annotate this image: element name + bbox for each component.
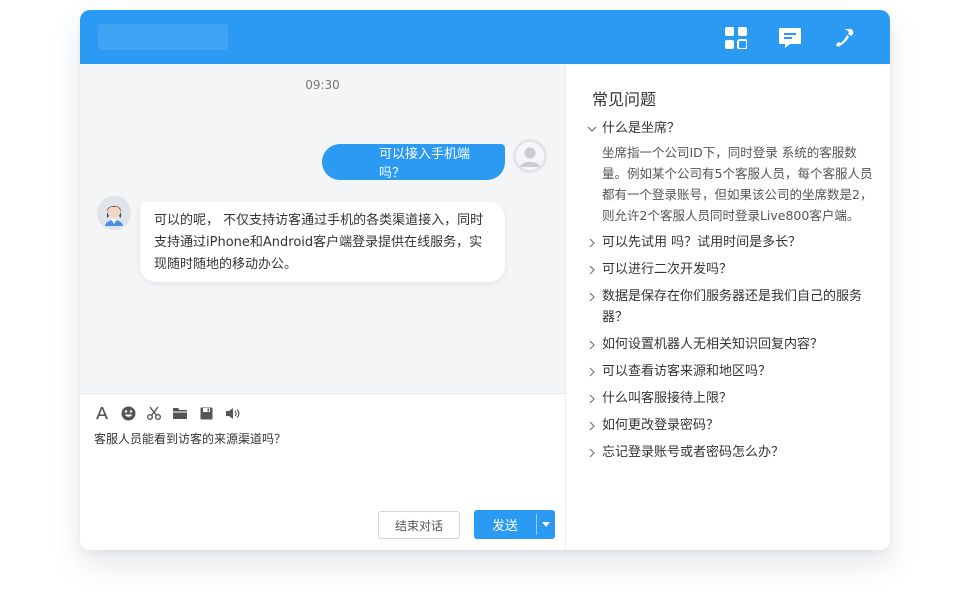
end-conversation-button[interactable]: 结束对话 [378, 511, 460, 539]
faq-item-1[interactable]: 可以先试用 吗？试用时间是多长？ [586, 232, 876, 253]
incoming-message-text: 可以的呢， 不仅支持访客通过手机的各类渠道接入，同时支持通过iPhone和And… [154, 213, 484, 272]
faq-item-3[interactable]: 数据是保存在你们服务器还是我们自己的服务器？ [586, 286, 876, 328]
faq-item-0[interactable]: 什么是坐席？ [586, 118, 876, 139]
faq-item-4[interactable]: 如何设置机器人无相关知识回复内容？ [586, 334, 876, 355]
scissors-icon[interactable] [145, 404, 163, 422]
faq-title: 常见问题 [592, 90, 657, 109]
faq-item-2[interactable]: 可以进行二次开发吗？ [586, 259, 876, 280]
emoji-icon[interactable] [119, 404, 137, 422]
apps-grid-icon[interactable] [723, 25, 749, 51]
faq-question: 如何更改登录密码？ [602, 418, 720, 433]
chevron-right-icon [586, 259, 598, 280]
chevron-right-icon [586, 361, 598, 382]
volume-icon[interactable] [223, 404, 241, 422]
chevron-right-icon [586, 334, 598, 355]
folder-icon[interactable] [171, 404, 189, 422]
header-bar [80, 10, 890, 64]
faq-item-6[interactable]: 什么叫客服接待上限？ [586, 388, 876, 409]
outgoing-message-text: 可以接入手机端吗？ [379, 147, 471, 181]
send-options-caret-icon[interactable] [537, 510, 555, 539]
faq-question: 如何设置机器人无相关知识回复内容？ [602, 337, 824, 352]
faq-panel: 常见问题 什么是坐席？ 坐席指一个公司ID下，同时登录 系统的客服数量。例如某个… [566, 64, 890, 550]
visitor-avatar [513, 139, 547, 173]
chevron-right-icon [586, 388, 598, 409]
message-input[interactable]: 客服人员能看到访客的来源渠道吗？ [94, 430, 286, 447]
message-timestamp: 09:30 [305, 78, 340, 92]
faq-answer-0: 坐席指一个公司ID下，同时登录 系统的客服数量。例如某个公司有5个客服人员，每个… [602, 145, 873, 223]
send-button[interactable]: 发送 [474, 510, 555, 539]
chevron-right-icon [586, 442, 598, 463]
chat-window: 09:30 可以接入手机端吗？ 可以的呢， 不仅支持访客通过手机的各类渠道接入，… [80, 10, 890, 550]
faq-question: 忘记登录账号或者密码怎么办？ [602, 445, 785, 460]
chevron-right-icon [586, 286, 598, 307]
input-toolbar [93, 404, 241, 422]
chat-icon[interactable] [777, 25, 803, 51]
faq-question: 数据是保存在你们服务器还是我们自己的服务器？ [602, 289, 863, 325]
chevron-right-icon [586, 232, 598, 253]
incoming-message-bubble: 可以的呢， 不仅支持访客通过手机的各类渠道接入，同时支持通过iPhone和And… [140, 202, 505, 282]
faq-question: 什么是坐席？ [602, 121, 681, 136]
faq-question: 可以先试用 吗？试用时间是多长？ [602, 235, 802, 250]
font-icon[interactable] [93, 404, 111, 422]
message-input-area: 客服人员能看到访客的来源渠道吗？ 结束对话 发送 [80, 393, 565, 550]
faq-item-8[interactable]: 忘记登录账号或者密码怎么办？ [586, 442, 876, 463]
faq-question: 可以进行二次开发吗？ [602, 262, 733, 277]
chat-messages-pane[interactable]: 09:30 可以接入手机端吗？ 可以的呢， 不仅支持访客通过手机的各类渠道接入，… [80, 64, 565, 393]
faq-question: 可以查看访客来源和地区吗？ [602, 364, 772, 379]
faq-question: 什么叫客服接待上限？ [602, 391, 733, 406]
header-logo-placeholder [98, 24, 228, 50]
faq-item-7[interactable]: 如何更改登录密码？ [586, 415, 876, 436]
agent-avatar [97, 196, 131, 230]
send-button-label: 发送 [491, 519, 518, 534]
faq-item-5[interactable]: 可以查看访客来源和地区吗？ [586, 361, 876, 382]
faq-list: 什么是坐席？ 坐席指一个公司ID下，同时登录 系统的客服数量。例如某个公司有5个… [586, 118, 876, 469]
save-icon[interactable] [197, 404, 215, 422]
outgoing-message-bubble: 可以接入手机端吗？ [322, 144, 505, 181]
chevron-right-icon [586, 415, 598, 436]
phone-icon[interactable] [831, 25, 857, 51]
chevron-down-icon [586, 118, 598, 139]
